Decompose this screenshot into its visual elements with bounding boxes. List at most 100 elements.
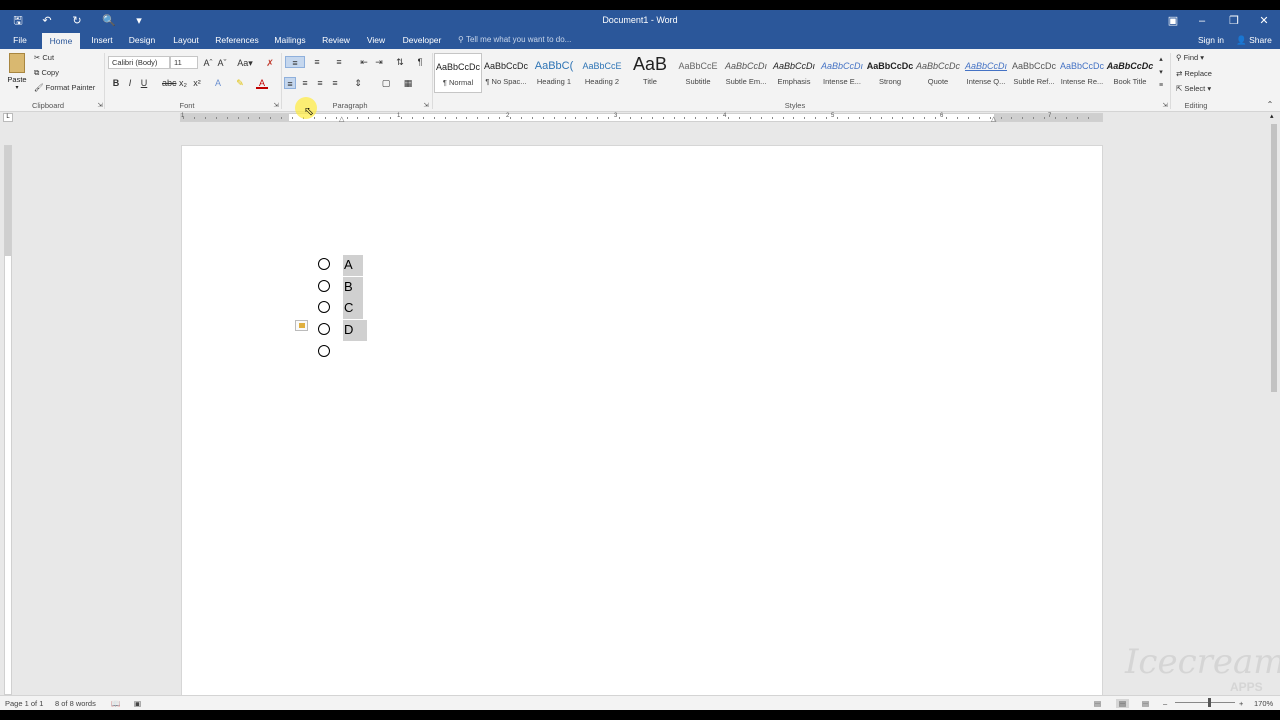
style-heading-2[interactable]: AaBbCcE Heading 2 xyxy=(578,53,626,93)
vertical-ruler[interactable] xyxy=(4,145,12,695)
restore-button[interactable]: ❐ xyxy=(1223,13,1245,29)
format-painter-button[interactable]: 🖌 Format Painter xyxy=(34,83,95,92)
paragraph-dialog-launcher-icon[interactable]: ⇲ xyxy=(420,100,432,112)
replace-button[interactable]: ⇄ Replace xyxy=(1176,69,1212,78)
style-subtle-em[interactable]: AaBbCcDı Subtle Em... xyxy=(722,53,770,93)
ribbon-display-options-icon[interactable]: ▣ xyxy=(1162,13,1184,29)
macro-recording-icon[interactable]: ▣ xyxy=(134,699,141,708)
styles-scroll-down-icon[interactable]: ▾ xyxy=(1155,67,1167,79)
tab-mailings[interactable]: Mailings xyxy=(268,32,312,49)
proofing-icon[interactable]: 📖 xyxy=(111,699,120,708)
select-button[interactable]: ⇱ Select ▾ xyxy=(1176,84,1211,93)
style-quote[interactable]: AaBbCcDc Quote xyxy=(914,53,962,93)
page-count[interactable]: Page 1 of 1 xyxy=(5,699,43,708)
tab-review[interactable]: Review xyxy=(318,32,354,49)
scrollbar-thumb[interactable] xyxy=(1271,124,1277,392)
text-effects-icon[interactable]: A xyxy=(212,77,224,89)
close-button[interactable]: ✕ xyxy=(1253,13,1275,29)
bold-icon[interactable]: B xyxy=(110,77,122,89)
read-mode-icon[interactable]: ▤ xyxy=(1094,699,1101,708)
paste-button[interactable]: Paste ▾ xyxy=(6,53,28,95)
tab-home[interactable]: Home xyxy=(42,32,80,49)
zoom-out-icon[interactable]: – xyxy=(1163,699,1167,708)
grow-font-icon[interactable]: Aˆ xyxy=(202,57,214,69)
style-intense-q[interactable]: AaBbCcDı Intense Q... xyxy=(962,53,1010,93)
tell-me-box[interactable]: ⚲ Tell me what you want to do... xyxy=(458,32,571,49)
sign-in-link[interactable]: Sign in xyxy=(1192,32,1230,49)
tab-references[interactable]: References xyxy=(212,32,262,49)
find-button[interactable]: ⚲ Find ▾ xyxy=(1176,53,1204,62)
align-right-icon[interactable]: ≡ xyxy=(314,77,326,89)
shading-icon[interactable]: ▢ xyxy=(378,77,394,89)
decrease-indent-icon[interactable]: ⇤ xyxy=(358,56,370,68)
subscript-icon[interactable]: x₂ xyxy=(177,77,189,89)
underline-icon[interactable]: U xyxy=(138,77,150,89)
tab-file[interactable]: File xyxy=(6,32,34,49)
list-item-text[interactable] xyxy=(343,342,354,363)
zoom-slider[interactable] xyxy=(1175,702,1235,703)
indent-marker-icon[interactable]: △ xyxy=(339,115,344,123)
share-button[interactable]: 👤 Share xyxy=(1234,32,1274,49)
vertical-scrollbar[interactable]: ▴ xyxy=(1268,112,1280,695)
document-page[interactable]: A B C D xyxy=(181,145,1103,705)
style-intense-re[interactable]: AaBbCcDc Intense Re... xyxy=(1058,53,1106,93)
shrink-font-icon[interactable]: Aˇ xyxy=(216,57,228,69)
clear-formatting-icon[interactable]: ✗ xyxy=(264,57,276,69)
copy-button[interactable]: ⧉ Copy xyxy=(34,68,59,78)
tab-selector-icon[interactable]: L xyxy=(3,113,13,122)
list-item-text[interactable]: C xyxy=(343,298,364,319)
italic-icon[interactable]: I xyxy=(124,77,136,89)
minimize-button[interactable]: – xyxy=(1191,13,1213,29)
list-item-text[interactable]: A xyxy=(343,255,363,276)
pilcrow-icon[interactable]: ¶ xyxy=(414,56,426,68)
tab-view[interactable]: View xyxy=(360,32,392,49)
strikethrough-icon[interactable]: abc xyxy=(162,77,177,89)
zoom-level[interactable]: 170% xyxy=(1254,699,1273,708)
style-subtitle[interactable]: AaBbCcE Subtitle xyxy=(674,53,722,93)
print-layout-icon[interactable]: ▤ xyxy=(1116,699,1130,708)
style-subtle-ref[interactable]: AaBbCcDc Subtle Ref... xyxy=(1010,53,1058,93)
style-title[interactable]: AaB Title xyxy=(626,53,674,93)
align-center-icon[interactable]: ≡ xyxy=(299,77,311,89)
increase-indent-icon[interactable]: ⇥ xyxy=(373,56,385,68)
justify-icon[interactable]: ≡ xyxy=(329,77,341,89)
tab-insert[interactable]: Insert xyxy=(86,32,118,49)
change-case-icon[interactable]: Aa▾ xyxy=(236,57,254,69)
scroll-up-icon[interactable]: ▴ xyxy=(1270,112,1274,120)
style-intense-e[interactable]: AaBbCcDı Intense E... xyxy=(818,53,866,93)
style-strong[interactable]: AaBbCcDc Strong xyxy=(866,53,914,93)
line-spacing-icon[interactable]: ⇕ xyxy=(350,77,366,89)
word-count[interactable]: 8 of 8 words xyxy=(55,699,96,708)
align-left-icon[interactable]: ≡ xyxy=(284,77,296,89)
font-size-combo[interactable]: 11 xyxy=(170,56,198,69)
list-item-text[interactable]: B xyxy=(343,277,363,298)
style-normal[interactable]: AaBbCcDc ¶ Normal xyxy=(434,53,482,93)
style-heading-1[interactable]: AaBbC(Heading 1 xyxy=(530,53,578,93)
bullets-icon[interactable]: ≡ xyxy=(285,56,305,68)
horizontal-ruler[interactable]: 1 1 2 3 4 5 6 7 △ △ xyxy=(180,113,1103,123)
web-layout-icon[interactable]: ▤ xyxy=(1142,699,1149,708)
paste-options-icon[interactable] xyxy=(295,320,308,331)
tab-layout[interactable]: Layout xyxy=(168,32,204,49)
styles-more-icon[interactable]: ≡ xyxy=(1155,80,1167,92)
cut-label: Cut xyxy=(42,53,55,62)
superscript-icon[interactable]: x² xyxy=(191,77,203,89)
style-emphasis[interactable]: AaBbCcDı Emphasis xyxy=(770,53,818,93)
list-item-text[interactable]: D xyxy=(343,320,368,341)
right-indent-marker-icon[interactable]: △ xyxy=(991,115,996,123)
borders-icon[interactable]: ▦ xyxy=(400,77,416,89)
zoom-in-icon[interactable]: + xyxy=(1239,699,1243,708)
styles-scroll-up-icon[interactable]: ▴ xyxy=(1155,54,1167,66)
tab-design[interactable]: Design xyxy=(124,32,160,49)
style-no-spac[interactable]: AaBbCcDc ¶ No Spac... xyxy=(482,53,530,93)
tab-developer[interactable]: Developer xyxy=(398,32,446,49)
sort-icon[interactable]: ⇅ xyxy=(394,56,406,68)
style-book-title[interactable]: AaBbCcDc Book Title xyxy=(1106,53,1154,93)
font-color-icon[interactable]: A xyxy=(256,77,268,89)
numbering-icon[interactable]: ≡ xyxy=(308,56,326,68)
cut-button[interactable]: ✂ Cut xyxy=(34,53,54,62)
collapse-ribbon-icon[interactable]: ⌃ xyxy=(1264,99,1276,111)
font-name-combo[interactable]: Calibri (Body) xyxy=(108,56,170,69)
highlight-icon[interactable]: ✎ xyxy=(234,77,246,89)
multilevel-list-icon[interactable]: ≡ xyxy=(330,56,348,68)
